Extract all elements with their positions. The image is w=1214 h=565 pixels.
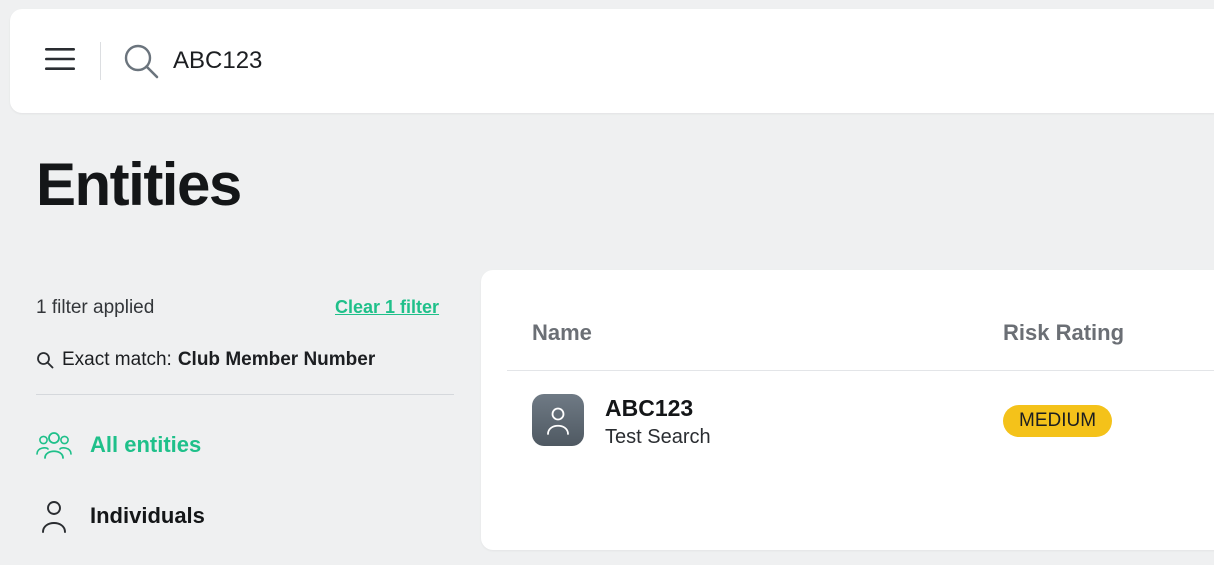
table-row[interactable]: ABC123 Test Search MEDIUM (481, 382, 1214, 456)
entity-name: ABC123 (605, 395, 694, 421)
nav-item-individuals[interactable]: Individuals (36, 499, 205, 533)
results-table: Name Risk Rating ABC123 Test Search MEDI… (481, 270, 1214, 550)
search-icon (124, 44, 159, 79)
risk-rating-badge: MEDIUM (1003, 405, 1113, 437)
topbar-divider (100, 42, 101, 80)
people-group-icon (36, 428, 72, 462)
avatar (532, 394, 584, 446)
top-search-bar (10, 9, 1214, 113)
person-icon (36, 499, 72, 533)
hamburger-menu-icon (45, 48, 75, 70)
search-icon (36, 351, 54, 369)
table-header-divider (507, 370, 1214, 371)
menu-button[interactable] (44, 45, 76, 73)
column-header-name[interactable]: Name (532, 320, 592, 346)
exact-match-label: Exact match: (62, 349, 172, 370)
search-input[interactable] (173, 43, 773, 79)
nav-item-all-entities[interactable]: All entities (36, 428, 201, 462)
nav-item-label: All entities (90, 432, 202, 457)
exact-match-filter: Exact match: Club Member Number (36, 349, 375, 371)
filter-divider (36, 394, 454, 395)
clear-filter-link[interactable]: Clear 1 filter (335, 297, 439, 318)
entity-subtitle: Test Search (605, 426, 711, 448)
filter-applied-text: 1 filter applied (36, 297, 155, 318)
nav-item-label: Individuals (90, 503, 205, 528)
person-avatar-icon (547, 407, 569, 435)
column-header-risk-rating[interactable]: Risk Rating (1003, 320, 1124, 346)
exact-match-value: Club Member Number (177, 349, 376, 370)
page-title: Entities (36, 151, 242, 218)
